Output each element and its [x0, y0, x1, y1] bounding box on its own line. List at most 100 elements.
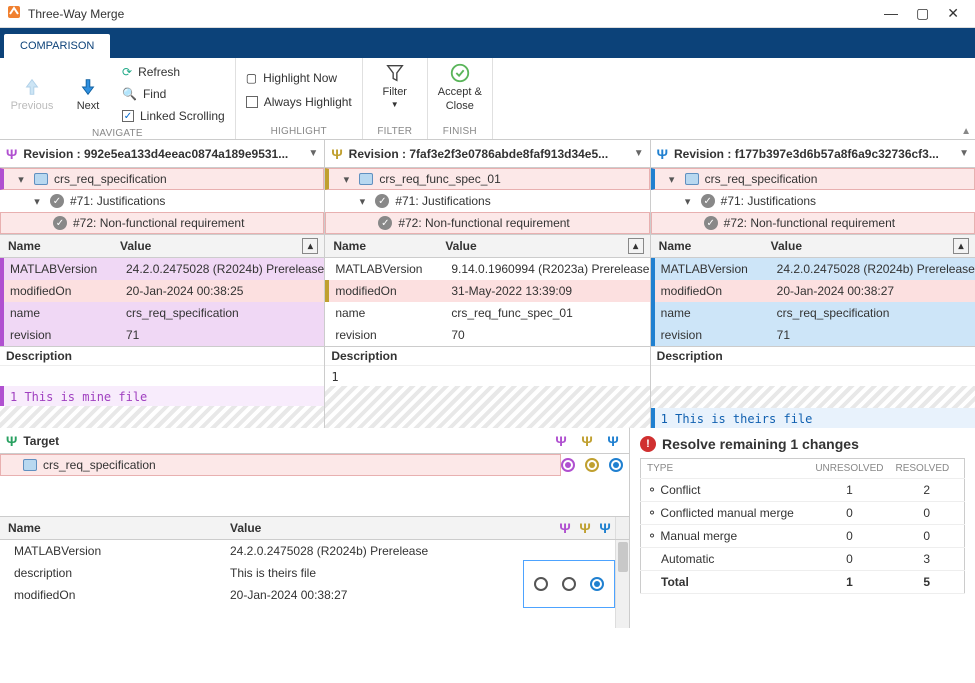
collapse-icon[interactable]: ▴	[302, 238, 318, 254]
tree-item[interactable]: ▾✓#71: Justifications	[0, 190, 324, 212]
window-title: Three-Way Merge	[28, 7, 884, 21]
prop-row[interactable]: namecrs_req_specification	[651, 302, 975, 324]
radio-mine[interactable]	[534, 577, 548, 591]
always-highlight-toggle[interactable]: Always Highlight	[246, 92, 352, 112]
checkbox-icon	[122, 110, 134, 122]
prop-row[interactable]: namecrs_req_func_spec_01	[325, 302, 649, 324]
minimize-button[interactable]: —	[884, 5, 898, 22]
col-value: Value	[230, 521, 555, 535]
prop-row[interactable]: MATLABVersion24.2.0.2475028 (R2024b) Pre…	[0, 540, 523, 562]
target-icon: Ψ	[6, 433, 17, 449]
tree-item[interactable]: ✓#72: Non-functional requirement	[0, 212, 324, 234]
chevron-down-icon[interactable]: ▼	[959, 148, 969, 159]
prop-row[interactable]: modifiedOn20-Jan-2024 00:38:25	[0, 280, 324, 302]
tree-item[interactable]: ▾✓#71: Justifications	[325, 190, 649, 212]
refresh-button[interactable]: ⟳Refresh	[122, 62, 225, 82]
prop-row[interactable]: revision71	[0, 324, 324, 346]
col-value: Value	[120, 239, 302, 253]
prop-row[interactable]: MATLABVersion9.14.0.1960994 (R2023a) Pre…	[325, 258, 649, 280]
target-header: Ψ Target Ψ Ψ Ψ	[0, 428, 629, 454]
conflict-icon: ⚬	[647, 483, 657, 497]
revision-theirs[interactable]: Ψ Revision : f177b397e3d6b57a8f6a9c32736…	[651, 140, 975, 167]
prop-row[interactable]: namecrs_req_specification	[0, 302, 324, 324]
title-bar: Three-Way Merge — ▢ ✕	[0, 0, 975, 28]
filter-icon	[384, 62, 406, 84]
theirs-icon: Ψ	[657, 146, 668, 162]
scrollbar[interactable]	[615, 540, 629, 628]
props-theirs: NameValue▴ MATLABVersion24.2.0.2475028 (…	[651, 234, 975, 428]
check-badge-icon: ✓	[701, 194, 715, 208]
pick-base-icon[interactable]: Ψ	[577, 433, 597, 449]
linked-scrolling-toggle[interactable]: Linked Scrolling	[122, 106, 225, 126]
table-row[interactable]: ⚬ Conflict12	[641, 479, 965, 502]
file-icon	[359, 173, 373, 185]
base-icon: Ψ	[331, 146, 342, 162]
accept-close-button[interactable]: Accept & Close	[438, 62, 482, 112]
hatch-fill	[0, 406, 324, 428]
table-row[interactable]: ⚬ Conflicted manual merge00	[641, 502, 965, 525]
prop-row[interactable]: MATLABVersion24.2.0.2475028 (R2024b) Pre…	[0, 258, 324, 280]
collapse-icon[interactable]: ▴	[628, 238, 644, 254]
tree-item[interactable]: ▾✓#71: Justifications	[651, 190, 975, 212]
pick-mine-icon[interactable]: Ψ	[555, 520, 575, 536]
desc-header: Description	[651, 346, 975, 366]
highlight-now-button[interactable]: ▢Highlight Now	[246, 68, 352, 88]
manual-merge-icon: ⚬	[647, 529, 657, 543]
close-button[interactable]: ✕	[947, 5, 959, 22]
pick-base-icon[interactable]: Ψ	[575, 520, 595, 536]
maximize-button[interactable]: ▢	[916, 5, 929, 22]
app-icon	[6, 4, 28, 23]
filter-button[interactable]: Filter ▼	[373, 62, 417, 109]
revision-mine[interactable]: Ψ Revision : 992e5ea133d4eeac0874a189e95…	[0, 140, 325, 167]
toolstrip: Previous Next ⟳Refresh 🔍Find Linked Scro…	[0, 58, 975, 140]
prop-row[interactable]: revision71	[651, 324, 975, 346]
revision-base[interactable]: Ψ Revision : 7faf3e2f3e0786abde8faf913d3…	[325, 140, 650, 167]
pick-theirs-icon[interactable]: Ψ	[603, 433, 623, 449]
col-name: Name	[0, 521, 230, 535]
group-filter: FILTER	[373, 124, 417, 137]
chevron-down-icon[interactable]: ▼	[634, 148, 644, 159]
tree-item[interactable]: ✓#72: Non-functional requirement	[651, 212, 975, 234]
prop-row[interactable]: MATLABVersion24.2.0.2475028 (R2024b) Pre…	[651, 258, 975, 280]
pick-mine-icon[interactable]: Ψ	[551, 433, 571, 449]
col-value: Value	[771, 239, 953, 253]
pick-theirs-icon[interactable]: Ψ	[595, 520, 615, 536]
check-badge-icon: ✓	[50, 194, 64, 208]
chevron-down-icon[interactable]: ▼	[308, 148, 318, 159]
resolve-table: TYPEUNRESOLVEDRESOLVED ⚬ Conflict12 ⚬ Co…	[640, 458, 965, 594]
radio-base[interactable]	[585, 458, 599, 472]
prop-row[interactable]: modifiedOn20-Jan-2024 00:38:27	[651, 280, 975, 302]
tree-root-base[interactable]: ▾crs_req_func_spec_01	[325, 168, 649, 190]
col-value: Value	[445, 239, 627, 253]
radio-mine[interactable]	[561, 458, 575, 472]
radio-theirs[interactable]	[609, 458, 623, 472]
check-badge-icon: ✓	[375, 194, 389, 208]
target-tree-root[interactable]: crs_req_specification	[0, 454, 561, 476]
prop-row[interactable]: descriptionThis is theirs file	[0, 562, 523, 584]
tree-root-mine[interactable]: ▾crs_req_specification	[0, 168, 324, 190]
tree-root-theirs[interactable]: ▾crs_req_specification	[651, 168, 975, 190]
col-name: Name	[0, 239, 120, 253]
file-icon	[34, 173, 48, 185]
prop-row[interactable]: modifiedOn31-May-2022 13:39:09	[325, 280, 649, 302]
radio-base[interactable]	[562, 577, 576, 591]
collapse-toolstrip-icon[interactable]: ▲	[961, 126, 971, 137]
description-mine: 1 This is mine file	[0, 386, 324, 406]
hatch-fill	[325, 386, 649, 428]
radio-theirs[interactable]	[590, 577, 604, 591]
prop-row[interactable]: revision70	[325, 324, 649, 346]
find-button[interactable]: 🔍Find	[122, 84, 225, 104]
collapse-icon[interactable]: ▴	[953, 238, 969, 254]
tree-item[interactable]: ✓#72: Non-functional requirement	[325, 212, 649, 234]
prop-row[interactable]: modifiedOn20-Jan-2024 00:38:27	[0, 584, 523, 606]
resolve-panel: !Resolve remaining 1 changes TYPEUNRESOL…	[630, 428, 975, 628]
next-button[interactable]: Next	[66, 76, 110, 112]
desc-header: Description	[0, 346, 324, 366]
col-name: Name	[651, 239, 771, 253]
refresh-icon: ⟳	[122, 65, 132, 79]
group-navigate: NAVIGATE	[10, 126, 225, 139]
table-row[interactable]: ⚬ Manual merge00	[641, 525, 965, 548]
table-row[interactable]: Automatic03	[641, 548, 965, 571]
previous-button: Previous	[10, 76, 54, 112]
tab-comparison[interactable]: COMPARISON	[4, 34, 110, 58]
